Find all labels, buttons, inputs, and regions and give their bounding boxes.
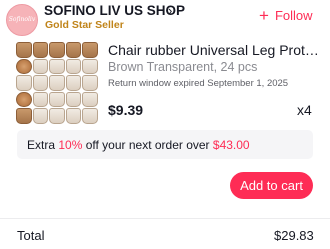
product-title[interactable]: Chair rubber Universal Leg Protector... (108, 42, 324, 58)
chevron-right-icon[interactable]: › (168, 3, 172, 18)
chair-cap-icon (16, 91, 32, 108)
chair-cap-icon (82, 91, 98, 108)
chair-cap-icon (16, 108, 32, 124)
product-quantity: x4 (297, 102, 312, 118)
chair-cap-icon (82, 42, 98, 58)
plus-icon: + (259, 5, 269, 25)
chair-cap-icon (49, 58, 65, 75)
promo-threshold: $43.00 (212, 138, 250, 152)
chair-cap-icon (65, 108, 82, 124)
return-window-note: Return window expired September 1, 2025 (108, 78, 289, 89)
total-value: $29.83 (274, 228, 314, 243)
store-logo-text: Sofinoliv (8, 16, 36, 23)
follow-button[interactable]: + Follow (259, 6, 313, 24)
chair-cap-icon (65, 42, 82, 58)
seller-badge: Gold Star Seller (45, 19, 124, 31)
chair-cap-icon (32, 58, 49, 75)
chair-cap-icon (32, 42, 49, 58)
chair-cap-icon (82, 58, 98, 75)
chair-cap-icon (49, 91, 65, 108)
chair-cap-icon (65, 58, 82, 75)
chair-cap-icon (32, 108, 49, 124)
product-variant: Brown Transparent, 24 pcs (108, 60, 258, 74)
product-price: $9.39 (108, 102, 144, 118)
chair-cap-icon (82, 108, 98, 124)
chair-cap-icon (65, 91, 82, 108)
chair-cap-icon (32, 75, 49, 91)
chair-cap-icon (49, 75, 65, 91)
chair-cap-icon (49, 108, 65, 124)
promo-middle: off your next order over (82, 138, 213, 152)
chair-cap-icon (49, 42, 65, 58)
chair-cap-icon (16, 58, 32, 75)
add-to-cart-button[interactable]: Add to cart (230, 172, 313, 199)
chair-cap-icon (16, 75, 32, 91)
promo-discount: 10% (58, 138, 83, 152)
follow-label: Follow (274, 7, 313, 23)
store-name[interactable]: SOFINO LIV US SHOP (44, 3, 185, 18)
chair-cap-icon (32, 91, 49, 108)
chair-cap-icon (82, 75, 98, 91)
promo-text: Extra 10% off your next order over $43.0… (27, 138, 250, 152)
divider (0, 218, 330, 219)
chair-cap-icon (65, 75, 82, 91)
product-image[interactable] (16, 42, 98, 124)
total-label: Total (17, 228, 45, 243)
chair-cap-icon (16, 42, 32, 58)
store-avatar[interactable]: Sofinoliv (6, 4, 38, 36)
promo-prefix: Extra (27, 138, 59, 152)
